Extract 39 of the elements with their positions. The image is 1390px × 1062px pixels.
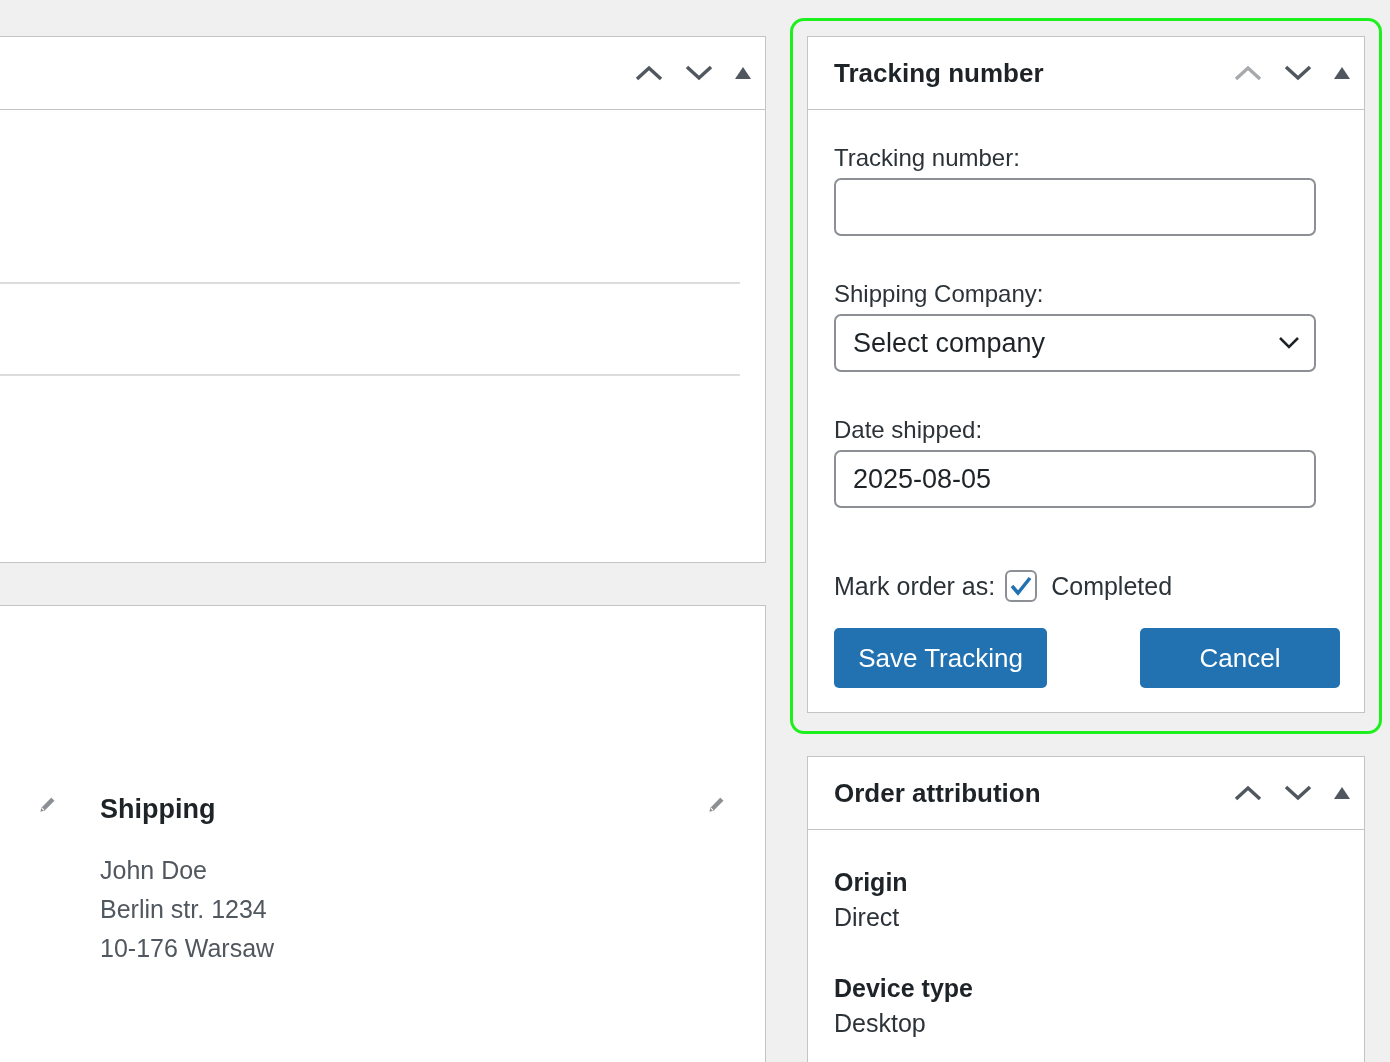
input-field[interactable]: 2025-08-05 xyxy=(834,450,1316,508)
completed-checkbox[interactable] xyxy=(1005,570,1038,602)
panel-title: Tracking number xyxy=(834,57,1045,89)
move-down-button[interactable] xyxy=(1284,64,1312,82)
triangle-up-icon xyxy=(1334,67,1350,79)
toggle-panel-button[interactable] xyxy=(735,67,751,79)
move-up-button[interactable] xyxy=(635,64,663,82)
section-heading: Shipping xyxy=(100,794,217,825)
toggle-panel-button[interactable] xyxy=(1334,67,1350,79)
field-label: Date shipped: xyxy=(834,416,984,444)
chevron-up-icon xyxy=(1234,64,1262,82)
attribute-value: Desktop xyxy=(834,1009,927,1038)
triangle-up-icon xyxy=(1334,787,1350,799)
chevron-down-icon xyxy=(1284,784,1312,802)
field-label: Shipping Company: xyxy=(834,280,1045,308)
attribute-label: Device type xyxy=(834,974,974,1003)
panel-title: Order attribution xyxy=(834,777,1042,809)
address-line: Berlin str. 1234 xyxy=(100,894,268,925)
mark-order-label: Mark order as: xyxy=(834,571,996,601)
move-down-button[interactable] xyxy=(685,64,713,82)
toggle-panel-button[interactable] xyxy=(1334,787,1350,799)
field-label: Tracking number: xyxy=(834,144,1021,172)
chevron-down-icon xyxy=(685,64,713,82)
address-line: 10-176 Warsaw xyxy=(100,933,276,964)
cancel-button[interactable]: Cancel xyxy=(1140,628,1340,688)
checkbox-label: Completed xyxy=(1051,571,1173,601)
move-up-button[interactable] xyxy=(1234,784,1262,802)
company-select[interactable]: Select company xyxy=(834,314,1316,372)
chevron-down-icon xyxy=(1284,64,1312,82)
chevron-up-icon xyxy=(635,64,663,82)
attribute-label: Origin xyxy=(834,868,909,897)
move-down-button[interactable] xyxy=(1284,784,1312,802)
address-line: John Doe xyxy=(100,855,209,886)
chevron-up-icon xyxy=(1234,784,1262,802)
input-field[interactable] xyxy=(834,178,1316,236)
save-button[interactable]: Save Tracking xyxy=(834,628,1047,688)
chevron-down-icon xyxy=(1278,336,1300,350)
triangle-up-icon xyxy=(735,67,751,79)
attribute-value: Direct xyxy=(834,903,901,932)
